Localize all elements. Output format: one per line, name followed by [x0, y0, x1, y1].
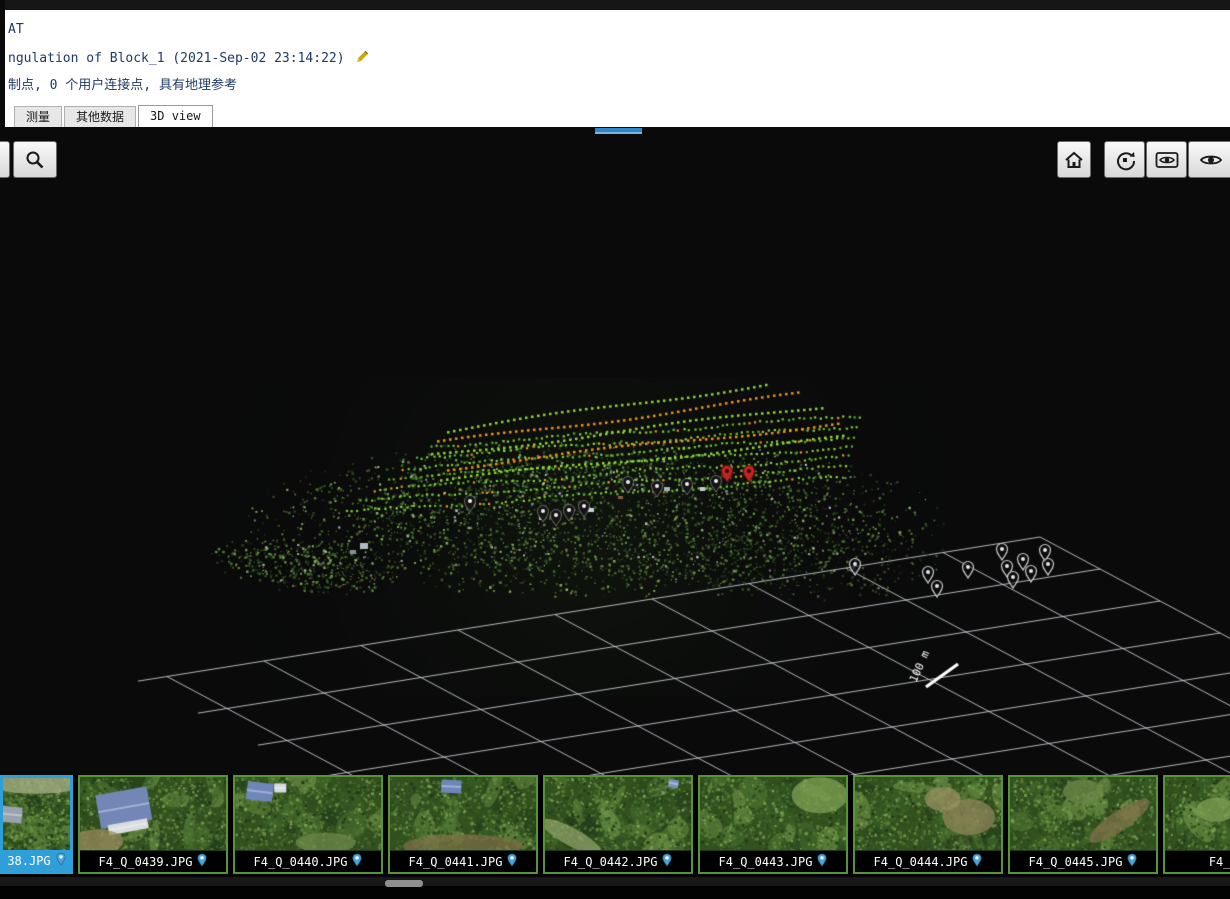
geo-pin-icon: [817, 853, 827, 870]
orbit-view-button[interactable]: [1104, 141, 1145, 178]
home-view-button[interactable]: [1057, 141, 1091, 178]
geo-pin-icon: [56, 852, 66, 869]
geo-pin-icon: [1127, 853, 1137, 870]
photo-filename: F4_Q_0: [1209, 855, 1230, 869]
pencil-icon[interactable]: [355, 49, 370, 68]
photo-thumbnail[interactable]: F4_Q_0444.JPG: [853, 775, 1003, 874]
photo-filename: F4_Q_0439.JPG: [99, 855, 193, 869]
photo-thumbnail[interactable]: F4_Q_0: [1163, 775, 1230, 874]
window-chrome-left: [0, 0, 5, 127]
eye-box-icon: [1155, 150, 1179, 170]
loading-progress-bar: [595, 128, 642, 134]
photo-thumbnail[interactable]: F4_Q_0445.JPG: [1008, 775, 1158, 874]
eye-icon: [1199, 150, 1223, 170]
geo-pin-icon: [352, 853, 362, 870]
home-icon: [1064, 150, 1084, 170]
geo-pin-icon: [972, 853, 982, 870]
viewport-3d[interactable]: [0, 127, 1230, 775]
toolbar-button-partial[interactable]: [0, 141, 10, 178]
tab-other-data[interactable]: 其他数据: [64, 106, 136, 127]
photo-filename: F4_Q_0440.JPG: [254, 855, 348, 869]
filmstrip-scrollbar[interactable]: [0, 877, 1230, 886]
scrollbar-thumb[interactable]: [385, 880, 423, 887]
search-button[interactable]: [13, 141, 57, 178]
project-title-partial: AT: [8, 22, 24, 37]
photo-filename: F4_Q_0442.JPG: [564, 855, 658, 869]
photo-filename: F4_Q_0445.JPG: [1029, 855, 1123, 869]
photo-thumbnail[interactable]: 38.JPG: [0, 775, 73, 874]
geo-pin-icon: [662, 853, 672, 870]
geo-pin-icon: [507, 853, 517, 870]
photo-thumbnail[interactable]: F4_Q_0443.JPG: [698, 775, 848, 874]
block-info: 制点, 0 个用户连接点, 具有地理参考: [8, 74, 237, 93]
photo-filename: F4_Q_0444.JPG: [874, 855, 968, 869]
tab-measure[interactable]: 测量: [14, 106, 62, 127]
point-cloud-scene[interactable]: [0, 127, 1230, 775]
photo-thumbnail[interactable]: F4_Q_0440.JPG: [233, 775, 383, 874]
tab-bar: 测量 其他数据 3D view: [14, 106, 215, 127]
photo-filmstrip: 38.JPG F4_Q_0439.JPG F4_Q_0440.JPG F4_Q_…: [0, 775, 1230, 875]
visibility-button[interactable]: [1188, 141, 1230, 178]
tab-3d-view[interactable]: 3D view: [138, 105, 213, 127]
photo-filename: 38.JPG: [7, 854, 50, 868]
bottom-bar: [0, 875, 1230, 899]
app-window: AT ngulation of Block_1 (2021-Sep-02 23:…: [0, 0, 1230, 899]
orbit-icon: [1114, 149, 1136, 171]
photo-thumbnail[interactable]: F4_Q_0439.JPG: [78, 775, 228, 874]
block-title-line: ngulation of Block_1 (2021-Sep-02 23:14:…: [8, 49, 370, 68]
block-title: ngulation of Block_1 (2021-Sep-02 23:14:…: [8, 51, 345, 66]
window-chrome-top: [0, 0, 1230, 10]
photo-filename: F4_Q_0441.JPG: [409, 855, 503, 869]
geo-pin-icon: [197, 853, 207, 870]
view-all-button[interactable]: [1146, 141, 1187, 178]
search-icon: [24, 149, 46, 171]
photo-thumbnail[interactable]: F4_Q_0442.JPG: [543, 775, 693, 874]
header: AT ngulation of Block_1 (2021-Sep-02 23:…: [0, 10, 1230, 127]
photo-thumbnail[interactable]: F4_Q_0441.JPG: [388, 775, 538, 874]
photo-filename: F4_Q_0443.JPG: [719, 855, 813, 869]
